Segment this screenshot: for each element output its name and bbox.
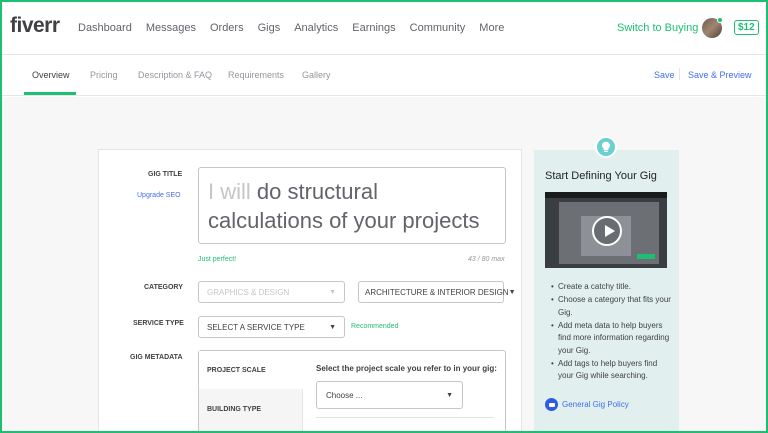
nav-more[interactable]: More bbox=[479, 22, 504, 34]
category-label: CATEGORY bbox=[144, 284, 183, 291]
video-thumbnail-button bbox=[637, 254, 655, 259]
tab-requirements[interactable]: Requirements bbox=[228, 70, 284, 80]
metadata-item-building-type[interactable]: BUILDING TYPE bbox=[199, 390, 303, 428]
fiverr-logo[interactable]: fiverr bbox=[10, 14, 60, 38]
online-status-dot bbox=[717, 17, 723, 23]
service-type-value: SELECT A SERVICE TYPE bbox=[207, 322, 305, 332]
title-status: Just perfect! bbox=[198, 256, 237, 263]
tutorial-video[interactable] bbox=[545, 192, 667, 268]
guide-tip: Create a catchy title. bbox=[551, 281, 673, 294]
general-gig-policy-link[interactable]: General Gig Policy bbox=[562, 400, 629, 409]
gig-title-label: GIG TITLE bbox=[148, 171, 183, 178]
upgrade-seo-link[interactable]: Upgrade SEO bbox=[137, 192, 181, 199]
action-divider bbox=[679, 68, 680, 80]
video-camera-icon bbox=[545, 398, 558, 411]
nav-dashboard[interactable]: Dashboard bbox=[78, 22, 132, 34]
tab-description-faq[interactable]: Description & FAQ bbox=[138, 70, 212, 80]
gig-metadata-panel: PROJECT SCALE BUILDING TYPE Select the p… bbox=[198, 350, 506, 431]
tab-overview[interactable]: Overview bbox=[32, 70, 70, 80]
top-navigation: fiverr Dashboard Messages Orders Gigs An… bbox=[2, 2, 766, 55]
lightbulb-icon bbox=[595, 136, 617, 158]
service-type-label: SERVICE TYPE bbox=[133, 320, 184, 327]
title-prefix: I will bbox=[208, 179, 251, 204]
category-select[interactable]: GRAPHICS & DESIGN ▼ bbox=[198, 281, 345, 303]
subcategory-select[interactable]: ARCHITECTURE & INTERIOR DESIGN ▼ bbox=[358, 281, 516, 303]
main-nav-links: Dashboard Messages Orders Gigs Analytics… bbox=[78, 22, 504, 34]
metadata-divider bbox=[316, 417, 494, 418]
nav-orders[interactable]: Orders bbox=[210, 22, 244, 34]
nav-community[interactable]: Community bbox=[410, 22, 466, 34]
subcategory-value: ARCHITECTURE & INTERIOR DESIGN bbox=[365, 287, 509, 297]
nav-gigs[interactable]: Gigs bbox=[258, 22, 281, 34]
user-avatar[interactable] bbox=[702, 17, 723, 38]
save-button[interactable]: Save bbox=[654, 70, 675, 80]
guide-tip: Choose a category that fits your Gig. bbox=[551, 294, 673, 319]
play-icon[interactable] bbox=[592, 216, 622, 246]
recommended-badge: Recommended bbox=[351, 323, 399, 330]
save-and-preview-button[interactable]: Save & Preview bbox=[688, 70, 752, 80]
gig-metadata-label: GIG METADATA bbox=[130, 354, 183, 361]
metadata-sidebar: PROJECT SCALE BUILDING TYPE bbox=[199, 351, 303, 431]
nav-earnings[interactable]: Earnings bbox=[352, 22, 395, 34]
chevron-down-icon: ▼ bbox=[508, 288, 516, 296]
metadata-question: Select the project scale you refer to in… bbox=[316, 364, 497, 373]
tab-pricing[interactable]: Pricing bbox=[90, 70, 118, 80]
category-value: GRAPHICS & DESIGN bbox=[207, 287, 290, 297]
app-frame: fiverr Dashboard Messages Orders Gigs An… bbox=[0, 0, 768, 433]
balance-badge[interactable]: $12 bbox=[734, 20, 759, 35]
metadata-item-project-scale[interactable]: PROJECT SCALE bbox=[199, 351, 303, 389]
project-scale-select[interactable]: Choose ... ▼ bbox=[316, 381, 463, 409]
guide-tips-list: Create a catchy title. Choose a category… bbox=[551, 281, 673, 383]
video-top-bar bbox=[545, 192, 667, 198]
guide-tip: Add tags to help buyers find your Gig wh… bbox=[551, 358, 673, 383]
switch-to-buying-link[interactable]: Switch to Buying bbox=[617, 22, 698, 34]
gig-editor-tabs: Overview Pricing Description & FAQ Requi… bbox=[2, 56, 766, 96]
chevron-down-icon: ▼ bbox=[329, 323, 336, 331]
guide-tip: Add meta data to help buyers find more i… bbox=[551, 320, 673, 358]
chevron-down-icon: ▼ bbox=[329, 288, 336, 296]
tab-gallery[interactable]: Gallery bbox=[302, 70, 331, 80]
nav-analytics[interactable]: Analytics bbox=[294, 22, 338, 34]
gig-title-input[interactable]: I will do structural calculations of you… bbox=[198, 167, 506, 244]
project-scale-value: Choose ... bbox=[326, 390, 363, 400]
active-tab-indicator bbox=[24, 92, 76, 95]
service-type-select[interactable]: SELECT A SERVICE TYPE ▼ bbox=[198, 316, 345, 338]
guide-title: Start Defining Your Gig bbox=[545, 170, 657, 182]
title-char-counter: 43 / 80 max bbox=[468, 256, 505, 263]
chevron-down-icon: ▼ bbox=[446, 391, 453, 399]
nav-messages[interactable]: Messages bbox=[146, 22, 196, 34]
